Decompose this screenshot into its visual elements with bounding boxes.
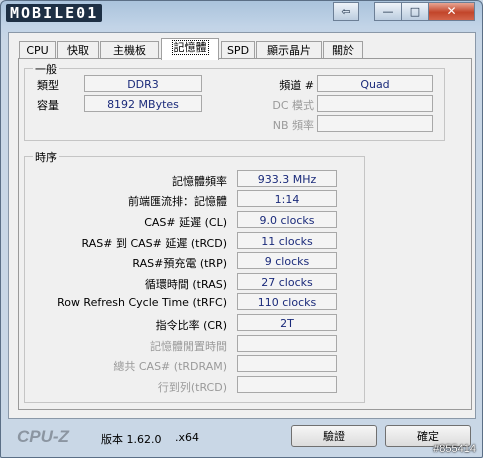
dc-mode-value xyxy=(317,95,433,112)
nb-frequency-value xyxy=(317,115,433,132)
minimize-button[interactable]: — xyxy=(374,2,402,21)
tab-memory[interactable]: 記憶體 xyxy=(161,38,219,60)
size-value: 8192 MBytes xyxy=(84,95,202,112)
trcd-value: 11 clocks xyxy=(237,232,337,249)
timing-label: 記憶體頻率 xyxy=(172,175,227,188)
arch-label: .x64 xyxy=(175,431,200,444)
trp-value: 9 clocks xyxy=(237,252,337,269)
tab-label: 快取 xyxy=(67,44,89,57)
watermark: #855414 xyxy=(433,443,476,455)
tras-value: 27 clocks xyxy=(237,273,337,290)
general-group-title: 一般 xyxy=(33,61,59,77)
fsb-dram-value: 1:14 xyxy=(237,190,337,207)
timing-label: 行到列(tRCD) xyxy=(157,381,227,394)
timing-label: RAS#預充電 (tRP) xyxy=(132,257,227,270)
timing-label: CAS# 延遲 (CL) xyxy=(144,216,227,229)
mobile01-logo: MOBILE01 xyxy=(6,4,103,22)
cpuz-window: MOBILE01 ⇦ — □ ✕ CPU 快取 主機板 記憶體 SPD 顯示晶片… xyxy=(0,0,483,458)
timings-group-title: 時序 xyxy=(33,149,59,165)
channel-value: Quad xyxy=(317,75,433,92)
tab-graphics[interactable]: 顯示晶片 xyxy=(256,41,322,59)
cas-latency-value: 9.0 clocks xyxy=(237,211,337,228)
timing-label: 指令比率 (CR) xyxy=(155,319,227,332)
command-rate-value: 2T xyxy=(237,314,337,331)
tab-mainboard[interactable]: 主機板 xyxy=(100,41,159,59)
nb-frequency-label: NB 頻率 xyxy=(272,119,314,132)
tab-label: 主機板 xyxy=(113,44,146,57)
validate-button[interactable]: 驗證 xyxy=(291,425,377,447)
client-area: CPU 快取 主機板 記憶體 SPD 顯示晶片 關於 一般 類型 DDR3 容量… xyxy=(8,32,476,419)
timing-label: 記憶體閒置時間 xyxy=(150,340,227,353)
tab-label: 記憶體 xyxy=(171,40,209,55)
maximize-button[interactable]: □ xyxy=(401,2,429,21)
close-button[interactable]: ✕ xyxy=(428,2,475,21)
trfc-value: 110 clocks xyxy=(237,293,337,310)
restore-icon[interactable]: ⇦ xyxy=(333,2,359,21)
dram-frequency-value: 933.3 MHz xyxy=(237,170,337,187)
version-label: 版本 1.62.0 xyxy=(101,433,162,446)
type-value: DDR3 xyxy=(84,75,202,92)
tab-cache[interactable]: 快取 xyxy=(57,41,99,59)
tab-spd[interactable]: SPD xyxy=(221,41,255,59)
tab-label: SPD xyxy=(226,44,250,57)
timing-label: 循環時間 (tRAS) xyxy=(144,278,227,291)
timing-label: Row Refresh Cycle Time (tRFC) xyxy=(57,296,227,309)
tab-label: 顯示晶片 xyxy=(267,44,311,57)
title-bar[interactable]: MOBILE01 ⇦ — □ ✕ xyxy=(1,1,482,27)
dram-idle-timer-value xyxy=(237,335,337,352)
cpuz-logo: CPU-Z xyxy=(17,427,69,446)
timing-label: 總共 CAS# (tRDRAM) xyxy=(113,360,227,373)
tab-label: 關於 xyxy=(332,44,354,57)
type-label: 類型 xyxy=(37,79,59,92)
row-to-column-value xyxy=(237,376,337,393)
memory-panel: 一般 類型 DDR3 容量 8192 MBytes 頻道 # Quad DC 模… xyxy=(18,58,472,410)
trdram-value xyxy=(237,355,337,372)
timing-label: RAS# 到 CAS# 延遲 (tRCD) xyxy=(81,237,227,250)
dc-mode-label: DC 模式 xyxy=(272,99,314,112)
size-label: 容量 xyxy=(37,99,59,112)
tab-about[interactable]: 關於 xyxy=(323,41,363,59)
channel-label: 頻道 # xyxy=(279,79,314,92)
timing-label: 前端匯流排：記憶體 xyxy=(128,195,227,208)
tab-cpu[interactable]: CPU xyxy=(19,41,56,59)
tab-label: CPU xyxy=(26,44,49,57)
